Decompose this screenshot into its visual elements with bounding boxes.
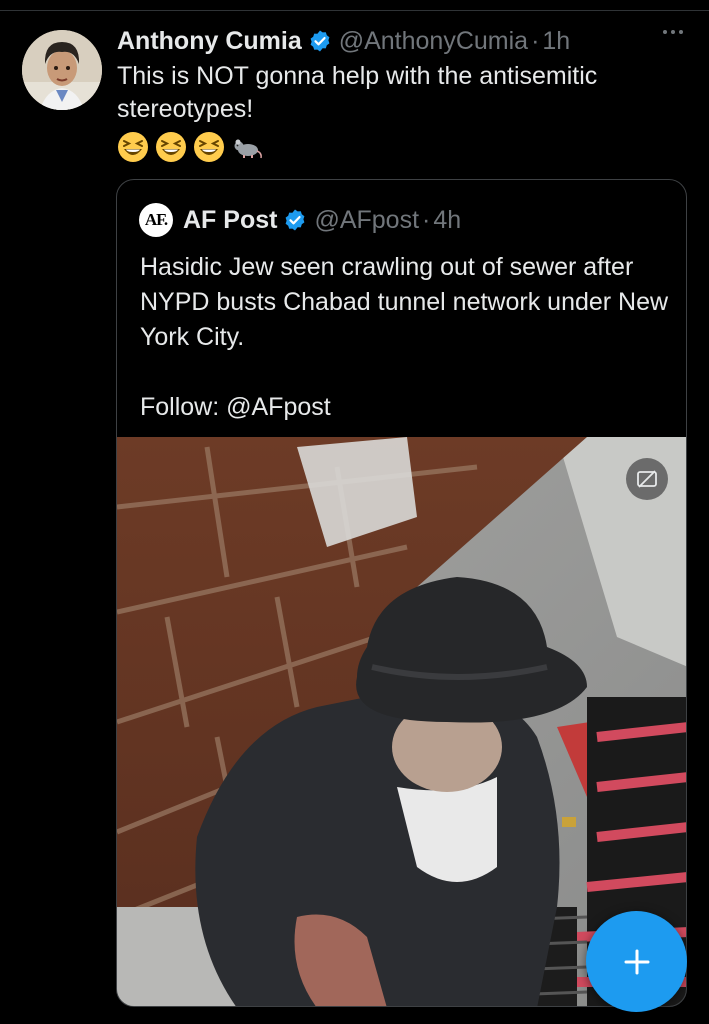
tweet-text: This is NOT gonna help with the antisemi…	[117, 62, 598, 123]
gif-icon[interactable]	[626, 458, 668, 500]
author-name[interactable]: Anthony Cumia	[117, 27, 302, 56]
author-handle[interactable]: @AnthonyCumia	[339, 27, 528, 56]
quoted-author-name[interactable]: AF Post	[183, 206, 277, 235]
plus-icon	[624, 949, 649, 974]
quoted-timestamp[interactable]: 4h	[433, 206, 461, 235]
more-options-icon[interactable]	[663, 30, 683, 34]
separator-dot: ·	[531, 26, 540, 55]
verified-badge-icon	[286, 209, 305, 231]
quoted-tweet[interactable]: AF. AF Post @AFpost · 4h Hasidic Jew see…	[116, 179, 687, 1007]
grinning-squinting-face-icon	[194, 132, 224, 162]
grinning-squinting-face-icon	[118, 132, 148, 162]
quoted-tweet-header: AF. AF Post @AFpost · 4h	[139, 202, 461, 238]
top-divider	[0, 10, 709, 11]
rat-icon	[234, 139, 262, 159]
separator-dot: ·	[422, 205, 431, 234]
grinning-squinting-face-icon	[156, 132, 186, 162]
quoted-text-body: Hasidic Jew seen crawling out of sewer a…	[140, 253, 669, 351]
verified-badge-icon	[310, 30, 330, 52]
quoted-tweet-text: Hasidic Jew seen crawling out of sewer a…	[140, 250, 670, 425]
tweet-header: Anthony Cumia @AnthonyCumia · 1h	[117, 24, 689, 58]
emoji-row	[117, 130, 263, 164]
compose-button[interactable]	[586, 911, 687, 1012]
avatar[interactable]	[22, 30, 102, 110]
quoted-text-follow: Follow: @AFpost	[140, 393, 331, 421]
quoted-author-handle[interactable]: @AFpost	[314, 206, 419, 235]
quoted-avatar-logo[interactable]: AF.	[139, 203, 173, 237]
timestamp[interactable]: 1h	[542, 27, 570, 56]
video-thumbnail[interactable]	[117, 437, 686, 1006]
